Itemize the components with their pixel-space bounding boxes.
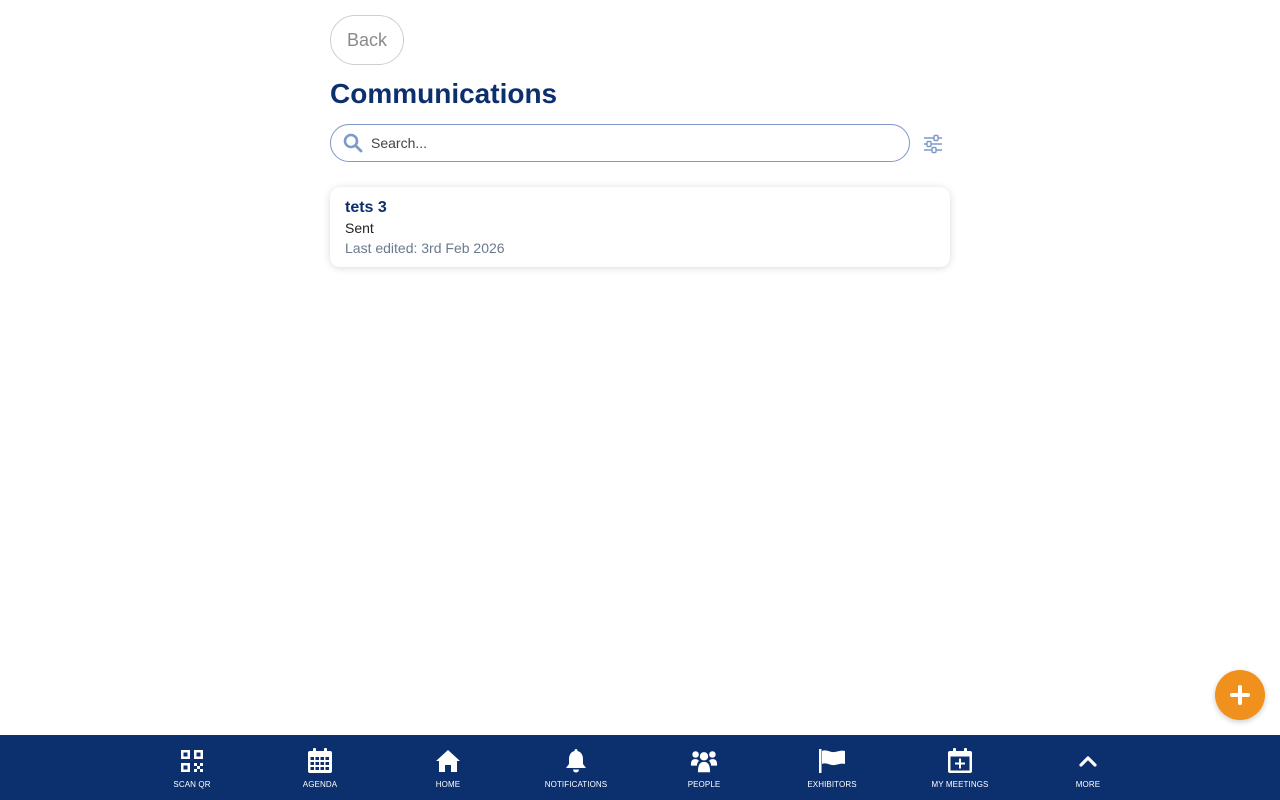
add-communication-button[interactable] [1215, 670, 1265, 720]
nav-label: PEOPLE [687, 780, 721, 789]
calendar-plus-icon [946, 747, 974, 775]
communication-title: tets 3 [345, 199, 387, 216]
communications-page: Back Communications tets 3 Sent Last edi… [0, 0, 1280, 800]
nav-item-more[interactable]: MORE [1038, 735, 1138, 800]
nav-label: EXHIBITORS [807, 780, 857, 789]
nav-item-people[interactable]: PEOPLE [654, 735, 754, 800]
page-title: Communications [330, 78, 558, 109]
communication-card[interactable]: tets 3 Sent Last edited: 3rd Feb 2026 [330, 187, 950, 267]
filter-sliders-icon[interactable] [922, 133, 944, 155]
nav-item-scan-qr[interactable]: SCAN QR [142, 735, 242, 800]
chevron-up-icon [1074, 747, 1102, 775]
nav-item-exhibitors[interactable]: EXHIBITORS [782, 735, 882, 800]
bell-icon [562, 747, 590, 775]
calendar-icon [306, 747, 334, 775]
nav-label: HOME [435, 780, 461, 789]
search-icon [343, 133, 363, 153]
home-icon [434, 747, 462, 775]
plus-icon [1229, 684, 1251, 706]
nav-item-my-meetings[interactable]: MY MEETINGS [910, 735, 1010, 800]
nav-label: SCAN QR [173, 780, 211, 789]
communication-status: Sent [345, 220, 374, 236]
qr-code-icon [178, 747, 206, 775]
search-input[interactable] [371, 125, 909, 161]
bottom-nav: SCAN QR AGENDA HOME NOTIFICATIONS PEOPLE… [0, 735, 1280, 800]
nav-item-agenda[interactable]: AGENDA [270, 735, 370, 800]
people-icon [690, 747, 718, 775]
nav-item-home[interactable]: HOME [398, 735, 498, 800]
nav-item-notifications[interactable]: NOTIFICATIONS [526, 735, 626, 800]
nav-label: MY MEETINGS [931, 780, 989, 789]
nav-label: MORE [1075, 780, 1101, 789]
flag-icon [818, 747, 846, 775]
nav-label: AGENDA [302, 780, 338, 789]
communication-last-edited: Last edited: 3rd Feb 2026 [345, 240, 505, 256]
back-button[interactable]: Back [330, 15, 404, 65]
search-bar[interactable] [330, 124, 910, 162]
nav-label: NOTIFICATIONS [544, 780, 608, 789]
